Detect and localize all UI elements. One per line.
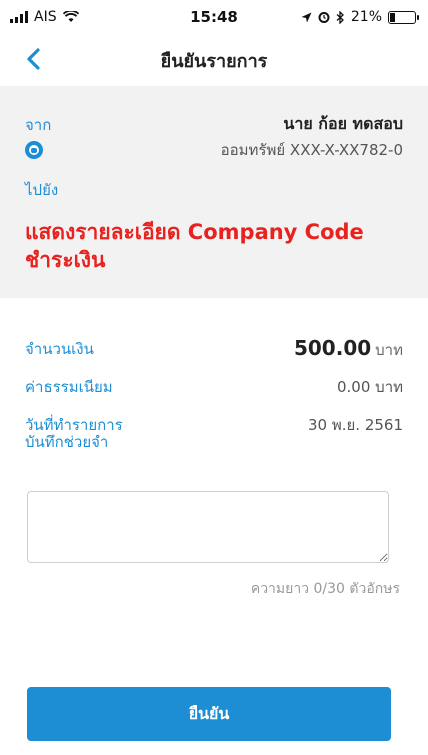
company-line-1: แสดงรายละเอียด Company Code — [25, 220, 364, 244]
transfer-info-panel: จาก นาย ก้อย ทดสอบ ออมทรัพย์ XXX-X-XX782… — [0, 86, 428, 298]
amount-value: 500.00 — [293, 336, 372, 360]
from-account: ออมทรัพย์ XXX-X-XX782-0 — [220, 141, 403, 159]
confirm-button[interactable]: ยืนยัน — [27, 687, 391, 741]
amount-label: จำนวนเงิน — [25, 340, 94, 358]
bank-logo-icon — [25, 141, 43, 159]
memo-input[interactable] — [27, 491, 389, 563]
battery-percent: 21% — [350, 9, 382, 25]
amount-display: 500.00 บาท — [294, 336, 403, 362]
location-icon — [301, 12, 312, 22]
fee-label: ค่าธรรมเนียม — [25, 378, 113, 396]
battery-icon — [388, 10, 419, 24]
bluetooth-icon — [336, 10, 344, 24]
page-title: ยืนยันรายการ — [160, 50, 268, 72]
back-button[interactable] — [18, 42, 48, 76]
company-line-2: ชำระเงิน — [25, 248, 106, 272]
fee-row: ค่าธรรมเนียม 0.00 บาท — [25, 368, 403, 406]
from-name: นาย ก้อย ทดสอบ — [283, 114, 403, 133]
date-value: 30 พ.ย. 2561 — [307, 416, 403, 434]
nav-bar: ยืนยันรายการ — [0, 34, 428, 86]
status-right: 21% — [301, 9, 428, 25]
status-bar: AIS 15:48 21% — [0, 0, 428, 34]
company-code-detail: แสดงรายละเอียด Company Code ชำระเงิน — [25, 218, 403, 274]
amount-unit: บาท — [375, 341, 403, 359]
memo-label: บันทึกช่วยจำ — [25, 433, 109, 451]
amount-row: จำนวนเงิน 500.00 บาท — [25, 330, 403, 368]
alarm-icon — [318, 12, 330, 23]
chevron-left-icon — [27, 48, 40, 70]
details-section: จำนวนเงิน 500.00 บาท ค่าธรรมเนียม 0.00 บา… — [25, 330, 403, 444]
memo-counter: ความยาว 0/30 ตัวอักษร — [250, 581, 400, 597]
from-label: จาก — [25, 115, 52, 134]
from-row: จาก นาย ก้อย ทดสอบ — [25, 112, 403, 137]
to-label: ไปยัง — [25, 181, 59, 199]
fee-value: 0.00 บาท — [337, 378, 403, 396]
account-row: ออมทรัพย์ XXX-X-XX782-0 — [25, 138, 403, 162]
